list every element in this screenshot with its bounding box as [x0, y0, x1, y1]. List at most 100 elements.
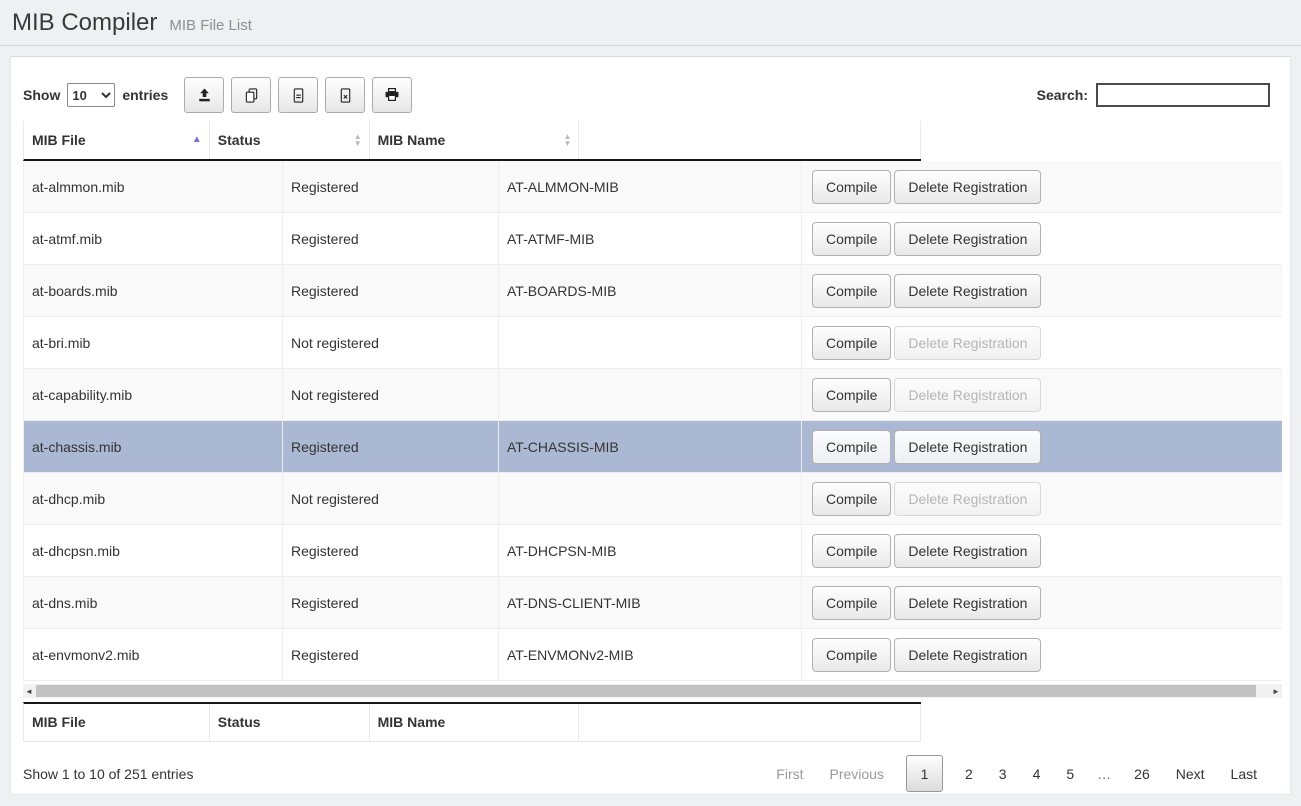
cell-actions: Compile Delete Registration — [802, 369, 1282, 420]
bottom-bar: Show 1 to 10 of 251 entries FirstPreviou… — [11, 742, 1290, 792]
scrollbar-thumb[interactable] — [36, 685, 1256, 697]
page-2[interactable]: 2 — [952, 766, 986, 782]
cell-mib-file: at-boards.mib — [24, 265, 283, 316]
column-label: MIB File — [32, 132, 86, 148]
compile-button[interactable]: Compile — [812, 222, 891, 256]
compile-button[interactable]: Compile — [812, 638, 891, 672]
cell-mib-name — [499, 473, 802, 524]
delete-registration-button[interactable]: Delete Registration — [894, 534, 1041, 568]
footer-column-status: Status — [210, 704, 370, 741]
table-row[interactable]: at-dhcpsn.mib Registered AT-DHCPSN-MIB C… — [24, 525, 1282, 577]
upload-button[interactable] — [184, 77, 224, 113]
compile-button[interactable]: Compile — [812, 378, 891, 412]
cell-mib-file: at-almmon.mib — [24, 161, 283, 212]
delete-registration-button[interactable]: Delete Registration — [894, 274, 1041, 308]
compile-button[interactable]: Compile — [812, 274, 891, 308]
column-header-status[interactable]: Status ▲▼ — [210, 121, 370, 159]
table-row[interactable]: at-almmon.mib Registered AT-ALMMON-MIB C… — [24, 161, 1282, 213]
print-button[interactable] — [372, 77, 412, 113]
cell-mib-name: AT-ATMF-MIB — [499, 213, 802, 264]
compile-button[interactable]: Compile — [812, 326, 891, 360]
compile-button[interactable]: Compile — [812, 482, 891, 516]
delete-registration-button[interactable]: Delete Registration — [894, 586, 1041, 620]
pagination: FirstPrevious 12345…26NextLast — [763, 755, 1278, 792]
cell-mib-name: AT-ALMMON-MIB — [499, 161, 802, 212]
table-row[interactable]: at-dhcp.mib Not registered Compile Delet… — [24, 473, 1282, 525]
column-header-mib-name[interactable]: MIB Name ▲▼ — [370, 121, 580, 159]
page-ellipsis: … — [1087, 766, 1121, 782]
cell-mib-file: at-dhcpsn.mib — [24, 525, 283, 576]
cell-status: Registered — [283, 525, 499, 576]
table-body: at-almmon.mib Registered AT-ALMMON-MIB C… — [23, 161, 1282, 681]
cell-actions: Compile Delete Registration — [802, 525, 1282, 576]
delete-registration-button[interactable]: Delete Registration — [894, 638, 1041, 672]
page-1[interactable]: 1 — [906, 755, 943, 792]
search-input[interactable] — [1096, 83, 1270, 107]
cell-status: Not registered — [283, 369, 499, 420]
page-first[interactable]: First — [763, 766, 816, 782]
table-row[interactable]: at-dns.mib Registered AT-DNS-CLIENT-MIB … — [24, 577, 1282, 629]
cell-mib-file: at-chassis.mib — [24, 421, 283, 472]
cell-actions: Compile Delete Registration — [802, 577, 1282, 628]
show-label: Show — [23, 87, 60, 103]
scroll-right-arrow-icon[interactable]: ► — [1270, 684, 1282, 698]
compile-button[interactable]: Compile — [812, 430, 891, 464]
table-row[interactable]: at-bri.mib Not registered Compile Delete… — [24, 317, 1282, 369]
cell-mib-name: AT-DHCPSN-MIB — [499, 525, 802, 576]
column-label: MIB Name — [378, 132, 446, 148]
cell-status: Registered — [283, 265, 499, 316]
copy-button[interactable] — [231, 77, 271, 113]
compile-button[interactable]: Compile — [812, 534, 891, 568]
table-row[interactable]: at-chassis.mib Registered AT-CHASSIS-MIB… — [24, 421, 1282, 473]
cell-mib-file: at-capability.mib — [24, 369, 283, 420]
column-header-mib-file[interactable]: MIB File ▲ — [24, 121, 210, 159]
delete-registration-button[interactable]: Delete Registration — [894, 430, 1041, 464]
cell-actions: Compile Delete Registration — [802, 629, 1282, 680]
table-footer-header: MIB File Status MIB Name — [23, 702, 921, 742]
table-row[interactable]: at-atmf.mib Registered AT-ATMF-MIB Compi… — [24, 213, 1282, 265]
page-next[interactable]: Next — [1163, 766, 1218, 782]
cell-mib-name: AT-DNS-CLIENT-MIB — [499, 577, 802, 628]
table-row[interactable]: at-boards.mib Registered AT-BOARDS-MIB C… — [24, 265, 1282, 317]
page-26[interactable]: 26 — [1121, 766, 1163, 782]
page-4[interactable]: 4 — [1020, 766, 1054, 782]
mib-file-list-panel: Show 10 entries — [10, 56, 1291, 795]
delete-registration-button[interactable]: Delete Registration — [894, 222, 1041, 256]
cell-mib-name: AT-CHASSIS-MIB — [499, 421, 802, 472]
page-previous[interactable]: Previous — [817, 766, 897, 782]
cell-status: Registered — [283, 421, 499, 472]
compile-button[interactable]: Compile — [812, 170, 891, 204]
delete-registration-button[interactable]: Delete Registration — [894, 170, 1041, 204]
table-row[interactable]: at-capability.mib Not registered Compile… — [24, 369, 1282, 421]
horizontal-scrollbar[interactable]: ◄ ► — [23, 684, 1282, 698]
table-row[interactable]: at-envmonv2.mib Registered AT-ENVMONv2-M… — [24, 629, 1282, 681]
page-last[interactable]: Last — [1218, 766, 1270, 782]
page-3[interactable]: 3 — [986, 766, 1020, 782]
cell-mib-name — [499, 369, 802, 420]
cell-mib-file: at-bri.mib — [24, 317, 283, 368]
sort-asc-icon: ▲ — [192, 135, 202, 145]
table-header: MIB File ▲ Status ▲▼ MIB Name ▲▼ — [23, 121, 921, 161]
column-label: Status — [218, 132, 261, 148]
page-length-select[interactable]: 10 — [67, 83, 115, 107]
search-area: Search: — [1037, 83, 1280, 107]
excel-button[interactable] — [325, 77, 365, 113]
sort-both-icon: ▲▼ — [563, 133, 571, 147]
footer-column-actions — [579, 704, 921, 741]
cell-mib-name: AT-BOARDS-MIB — [499, 265, 802, 316]
search-label: Search: — [1037, 87, 1088, 103]
cell-status: Not registered — [283, 473, 499, 524]
footer-column-mib-name: MIB Name — [370, 704, 580, 741]
cell-actions: Compile Delete Registration — [802, 473, 1282, 524]
cell-status: Registered — [283, 213, 499, 264]
delete-registration-button: Delete Registration — [894, 378, 1041, 412]
cell-mib-file: at-envmonv2.mib — [24, 629, 283, 680]
cell-actions: Compile Delete Registration — [802, 213, 1282, 264]
cell-mib-name — [499, 317, 802, 368]
compile-button[interactable]: Compile — [812, 586, 891, 620]
cell-actions: Compile Delete Registration — [802, 421, 1282, 472]
page-5[interactable]: 5 — [1053, 766, 1087, 782]
table-toolbar: Show 10 entries — [11, 57, 1290, 113]
scroll-left-arrow-icon[interactable]: ◄ — [23, 684, 35, 698]
csv-button[interactable] — [278, 77, 318, 113]
